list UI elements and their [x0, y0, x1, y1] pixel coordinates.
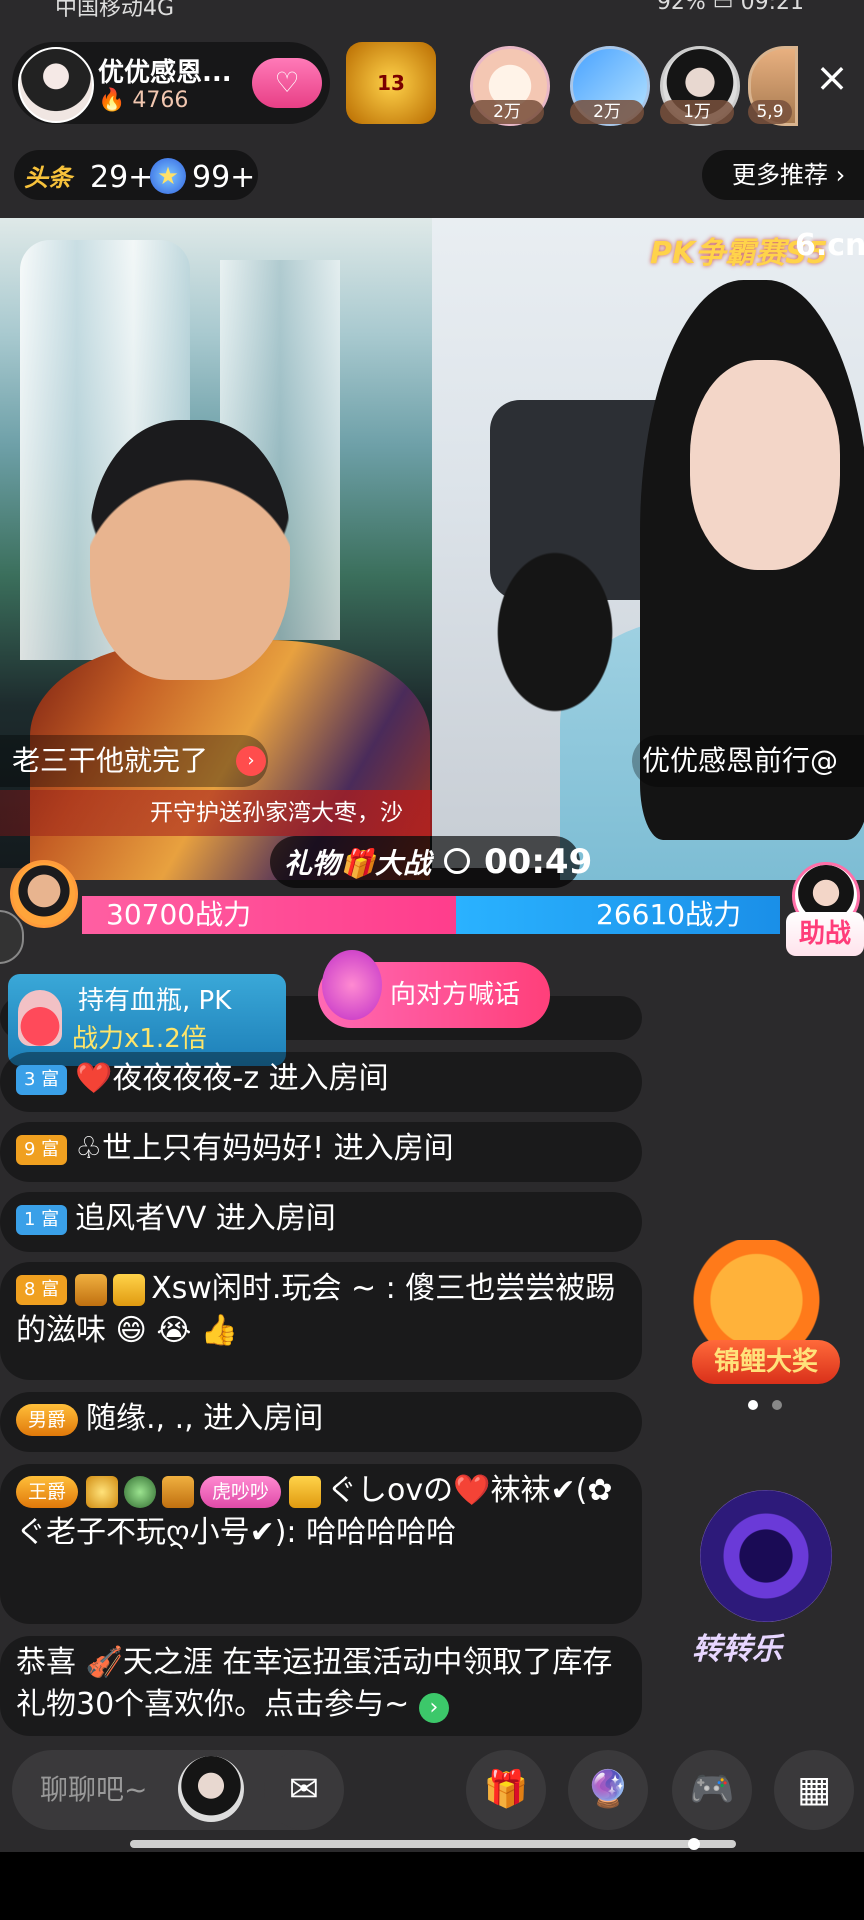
carousel-dot-active: [748, 1400, 758, 1410]
help-battle-button[interactable]: 助战: [786, 912, 864, 956]
host-avatar[interactable]: [18, 47, 94, 123]
chat-message[interactable]: 王爵 虎吵吵 ぐしovの❤️袜袜✔(✿ぐ老子不玩ღ小号✔): 哈哈哈哈哈: [0, 1464, 642, 1624]
chevron-right-icon[interactable]: ›: [236, 746, 266, 776]
potion-icon: [18, 990, 62, 1046]
chat-text: 世上只有妈妈好! 进入房间: [102, 1131, 454, 1166]
microphone: [455, 540, 655, 770]
potion-line-1: 持有血瓶, PK: [78, 986, 232, 1016]
carousel-dot: [772, 1400, 782, 1410]
lucky-wheel-icon[interactable]: [700, 1490, 832, 1622]
toutiao-badge: 头条: [24, 164, 72, 192]
chat-text: 随缘., ., 进入房间: [86, 1401, 324, 1436]
noble-badge: 男爵: [16, 1403, 79, 1436]
carrier-label: 中国移动4G: [55, 0, 175, 21]
pk-title: 礼物🎁大战: [284, 847, 431, 880]
flame-icon: 🔥: [98, 88, 126, 113]
wealth-level-badge: 9 富: [16, 1134, 68, 1165]
chat-text: 追风者VV 进入房间: [75, 1201, 336, 1236]
brand-logo: 6.cn: [795, 228, 864, 263]
left-pk-avatar[interactable]: [10, 860, 78, 928]
wealth-level-badge: 8 富: [16, 1274, 68, 1305]
gift-icon[interactable]: 🎁: [466, 1750, 546, 1830]
star-icon: ★: [150, 158, 186, 194]
wealth-level-badge: 1 富: [16, 1204, 68, 1235]
status-bar: 中国移动4G 92% ▭ 09:21: [0, 0, 864, 21]
game-icon[interactable]: 🎮: [672, 1750, 752, 1830]
left-power-value: 30700战力: [106, 898, 252, 931]
progress-handle[interactable]: [688, 1838, 700, 1850]
chat-text: 夜夜夜夜-z 进入房间: [112, 1061, 389, 1096]
potion-line-2: 战力x1.2倍: [72, 1024, 207, 1054]
progress-bar[interactable]: [130, 1840, 736, 1848]
noble-badge: 王爵: [16, 1475, 79, 1508]
pk-countdown: 00:49: [484, 842, 593, 882]
close-icon[interactable]: ×: [810, 58, 854, 102]
user-card-icon: [113, 1273, 146, 1306]
pet-tag: 虎吵吵: [200, 1475, 282, 1508]
right-streamer-face: [690, 360, 840, 570]
mail-icon[interactable]: ✉: [264, 1750, 344, 1830]
go-arrow-icon[interactable]: ›: [418, 1693, 449, 1723]
time-label: 92% ▭ 09:21: [656, 0, 804, 15]
clover-icon: ♧: [75, 1131, 103, 1166]
chat-message[interactable]: 男爵 随缘., ., 进入房间: [0, 1392, 642, 1452]
lucky-wheel-label[interactable]: 转转乐: [692, 1624, 782, 1668]
medal-icon: [75, 1273, 108, 1306]
more-recommend-button[interactable]: 更多推荐 ›: [702, 150, 864, 200]
host-name: 优优感恩...: [98, 58, 232, 88]
megaphone-icon: [322, 950, 382, 1020]
emblem-icon: [124, 1475, 157, 1508]
heart-icon: ❤️: [75, 1061, 113, 1096]
viewer-tag-2: 2万: [570, 100, 644, 124]
rank-number: 13: [377, 71, 405, 95]
wealth-level-badge: 3 富: [16, 1064, 68, 1095]
right-streamer-name-tag[interactable]: 优优感恩前行@: [632, 735, 864, 787]
star-badge-icon: [86, 1475, 119, 1508]
follow-heart-button[interactable]: ♡: [252, 58, 322, 108]
rank-badge[interactable]: 13: [346, 42, 436, 124]
apps-grid-icon[interactable]: ▦: [774, 1750, 854, 1830]
star-count: 99+: [192, 160, 256, 195]
viewer-tag-4: 5,9: [748, 100, 792, 124]
navigation-bar: [0, 1852, 864, 1920]
viewer-tag-3: 1万: [660, 100, 734, 124]
chat-text: 恭喜 🎻天之涯 在幸运扭蛋活动中领取了库存礼物30个喜欢你。点击参与~: [16, 1645, 613, 1722]
koi-prize-label[interactable]: 锦鲤大奖: [692, 1340, 840, 1384]
toutiao-count: 29+: [90, 160, 154, 195]
user-avatar[interactable]: [178, 1756, 244, 1822]
chat-message[interactable]: 3 富 ❤️夜夜夜夜-z 进入房间: [0, 1052, 642, 1112]
scrolling-marquee: 开守护送孙家湾大枣，沙: [0, 790, 432, 836]
viewer-tag-1: 2万: [470, 100, 544, 124]
left-streamer-head: [90, 420, 290, 680]
left-streamer-name-tag[interactable]: 老三干他就完了: [0, 735, 268, 787]
chat-message[interactable]: 8 富 Xsw闲时.玩会 ~ : 傻三也尝尝被踢的滋味 😄 😭 👍: [0, 1262, 642, 1380]
system-gift-message[interactable]: 恭喜 🎻天之涯 在幸运扭蛋活动中领取了库存礼物30个喜欢你。点击参与~ ›: [0, 1636, 642, 1736]
chat-message[interactable]: 1 富追风者VV 进入房间: [0, 1192, 642, 1252]
chat-message[interactable]: 9 富 ♧世上只有妈妈好! 进入房间: [0, 1122, 642, 1182]
gacha-icon[interactable]: 🔮: [568, 1750, 648, 1830]
user-card-icon: [289, 1475, 322, 1508]
host-fans-count: 🔥 4766: [98, 88, 189, 113]
medal-icon: [162, 1475, 195, 1508]
right-power-value: 26610战力: [596, 898, 742, 931]
clock-icon: [444, 848, 470, 874]
chevron-right-icon: ›: [835, 161, 846, 189]
heart-icon: ♡: [274, 66, 300, 99]
